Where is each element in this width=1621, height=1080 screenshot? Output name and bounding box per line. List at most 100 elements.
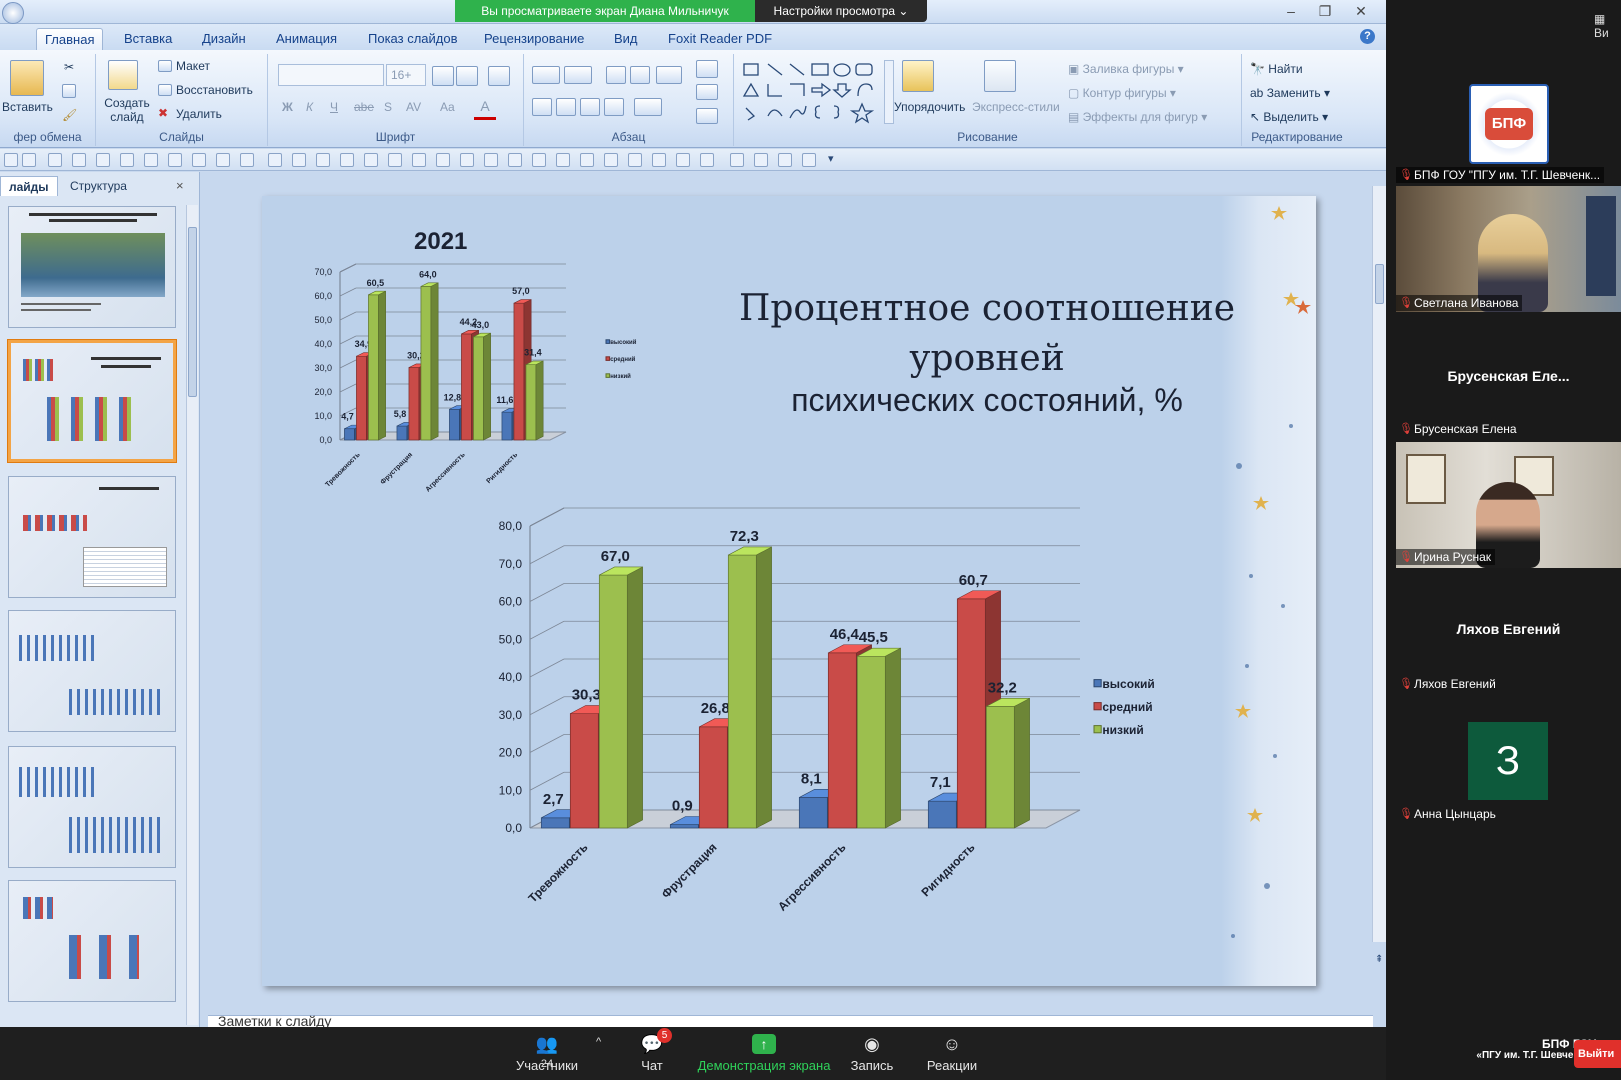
- select-button[interactable]: ↖ Выделить ▾: [1250, 110, 1328, 124]
- current-slide[interactable]: 2021 0,0 10,0 20,0 30,0 40,0 50,0 60,0 70,0 4,7 3…: [262, 196, 1316, 986]
- strike-button[interactable]: abe: [354, 100, 374, 114]
- font-size-select[interactable]: 16+: [386, 64, 426, 86]
- participant-tile-1[interactable]: БПФ: [1396, 50, 1621, 176]
- paste-qat-icon[interactable]: [730, 153, 744, 167]
- share-screen-button[interactable]: ↑ Демонстрация экрана: [696, 1028, 832, 1073]
- rotate-icon[interactable]: [508, 153, 522, 167]
- folder-icon[interactable]: [700, 153, 714, 167]
- font-family-select[interactable]: [278, 64, 384, 86]
- office-button[interactable]: [2, 2, 24, 24]
- shrink-font-icon[interactable]: [456, 66, 478, 86]
- chat-button[interactable]: 💬 5 Чат: [602, 1028, 702, 1073]
- shape-icon[interactable]: [216, 153, 230, 167]
- cut-icon[interactable]: ✂: [64, 60, 74, 74]
- macro-icon[interactable]: [778, 153, 792, 167]
- change-case-button[interactable]: Aa: [440, 100, 455, 114]
- send-back-icon[interactable]: [484, 153, 498, 167]
- copy-format-icon[interactable]: [268, 153, 282, 167]
- sort-icon[interactable]: [364, 153, 378, 167]
- shadow-button[interactable]: S: [384, 100, 392, 114]
- chart-icon[interactable]: [192, 153, 206, 167]
- save-icon[interactable]: [4, 153, 18, 167]
- layout-button[interactable]: Макет: [176, 59, 210, 73]
- check-icon[interactable]: [412, 153, 426, 167]
- tab-animation[interactable]: Анимация: [268, 28, 345, 50]
- undo-icon[interactable]: [22, 153, 36, 167]
- link-icon[interactable]: [754, 153, 768, 167]
- customize-qat-icon[interactable]: ▾: [828, 152, 834, 165]
- close-pane-icon[interactable]: ×: [176, 178, 184, 193]
- align-left-icon[interactable]: [532, 98, 552, 116]
- tab-foxit[interactable]: Foxit Reader PDF: [660, 28, 780, 50]
- char-spacing-button[interactable]: AV: [406, 100, 421, 114]
- slide-thumbnail-2[interactable]: [8, 340, 176, 462]
- textbox-icon[interactable]: [240, 153, 254, 167]
- justify-icon[interactable]: [604, 98, 624, 116]
- bring-forward-icon[interactable]: [460, 153, 474, 167]
- participants-button[interactable]: 👥24 Участники: [497, 1028, 597, 1073]
- group-icon[interactable]: [292, 153, 306, 167]
- zoom-icon[interactable]: [580, 153, 594, 167]
- delete-button[interactable]: Удалить: [176, 107, 222, 121]
- shapes-scrollbar[interactable]: [884, 60, 894, 124]
- notes-placeholder[interactable]: Заметки к слайду: [218, 1013, 331, 1027]
- size-icon[interactable]: [628, 153, 642, 167]
- find-button[interactable]: 🔭 Найти: [1250, 62, 1303, 76]
- replace-button[interactable]: ab Заменить ▾: [1250, 86, 1330, 100]
- editor-scroll-thumb[interactable]: [1375, 264, 1384, 304]
- reset-button[interactable]: Восстановить: [176, 83, 253, 97]
- crop-icon[interactable]: [532, 153, 546, 167]
- editor-scrollbar[interactable]: ⇞: [1372, 186, 1386, 965]
- help-icon[interactable]: ?: [1360, 29, 1375, 44]
- redo-icon[interactable]: [48, 153, 62, 167]
- font-color-icon[interactable]: A: [474, 98, 496, 120]
- increase-indent-icon[interactable]: [630, 66, 650, 84]
- new-slide-button[interactable]: Создать слайд: [102, 96, 152, 124]
- align-right-icon[interactable]: [580, 98, 600, 116]
- tab-view[interactable]: Вид: [606, 28, 646, 50]
- view-options-button[interactable]: Настройки просмотра ⌄: [755, 0, 927, 22]
- picture-icon[interactable]: [144, 153, 158, 167]
- bold-button[interactable]: Ж: [282, 100, 293, 114]
- minimize-button[interactable]: –: [1280, 2, 1302, 20]
- distribute-icon[interactable]: [604, 153, 618, 167]
- open-icon[interactable]: [436, 153, 450, 167]
- paste-button[interactable]: Вставить: [2, 100, 53, 114]
- view-toggle[interactable]: ▦ Ви: [1594, 12, 1621, 40]
- new-icon[interactable]: [676, 153, 690, 167]
- align-text-icon[interactable]: [696, 84, 718, 100]
- align-center-icon[interactable]: [556, 98, 576, 116]
- grow-font-icon[interactable]: [432, 66, 454, 86]
- tab-design[interactable]: Дизайн: [194, 28, 254, 50]
- slide-thumbnail-3[interactable]: [8, 476, 176, 598]
- copy-icon[interactable]: [62, 84, 76, 98]
- leave-button[interactable]: Выйти: [1574, 1040, 1621, 1068]
- decrease-indent-icon[interactable]: [606, 66, 626, 84]
- clear-format-icon[interactable]: [488, 66, 510, 86]
- format-painter-icon[interactable]: 🖌: [62, 108, 77, 122]
- smartart-icon[interactable]: [696, 108, 718, 124]
- close-button[interactable]: ✕: [1350, 2, 1372, 20]
- table-icon[interactable]: [168, 153, 182, 167]
- shape-fill-button[interactable]: ▣ Заливка фигуры ▾: [1068, 62, 1184, 76]
- columns-icon[interactable]: [634, 98, 662, 116]
- spell-icon[interactable]: [120, 153, 134, 167]
- tab-insert[interactable]: Вставка: [116, 28, 180, 50]
- tab-slideshow[interactable]: Показ слайдов: [360, 28, 466, 50]
- arrange-button[interactable]: Упорядочить: [894, 100, 965, 114]
- addin-icon[interactable]: [802, 153, 816, 167]
- italic-button[interactable]: К: [306, 100, 313, 114]
- bullets-icon[interactable]: [532, 66, 560, 84]
- ungroup-icon[interactable]: [316, 153, 330, 167]
- scroll-thumb[interactable]: [188, 227, 197, 397]
- shape-outline-button[interactable]: ▢ Контур фигуры ▾: [1068, 86, 1176, 100]
- participant-avatar-6[interactable]: З: [1468, 722, 1548, 800]
- tab-outline[interactable]: Структура: [62, 176, 135, 196]
- shape-effects-button[interactable]: ▤ Эффекты для фигур ▾: [1068, 110, 1207, 124]
- slide-thumbnail-1[interactable]: [8, 206, 176, 328]
- tab-slides[interactable]: лайды: [0, 176, 58, 196]
- preview-icon[interactable]: [96, 153, 110, 167]
- participant-video-2[interactable]: [1396, 186, 1621, 312]
- slide-thumbnail-5[interactable]: [8, 746, 176, 868]
- maximize-button[interactable]: ❐: [1314, 2, 1336, 20]
